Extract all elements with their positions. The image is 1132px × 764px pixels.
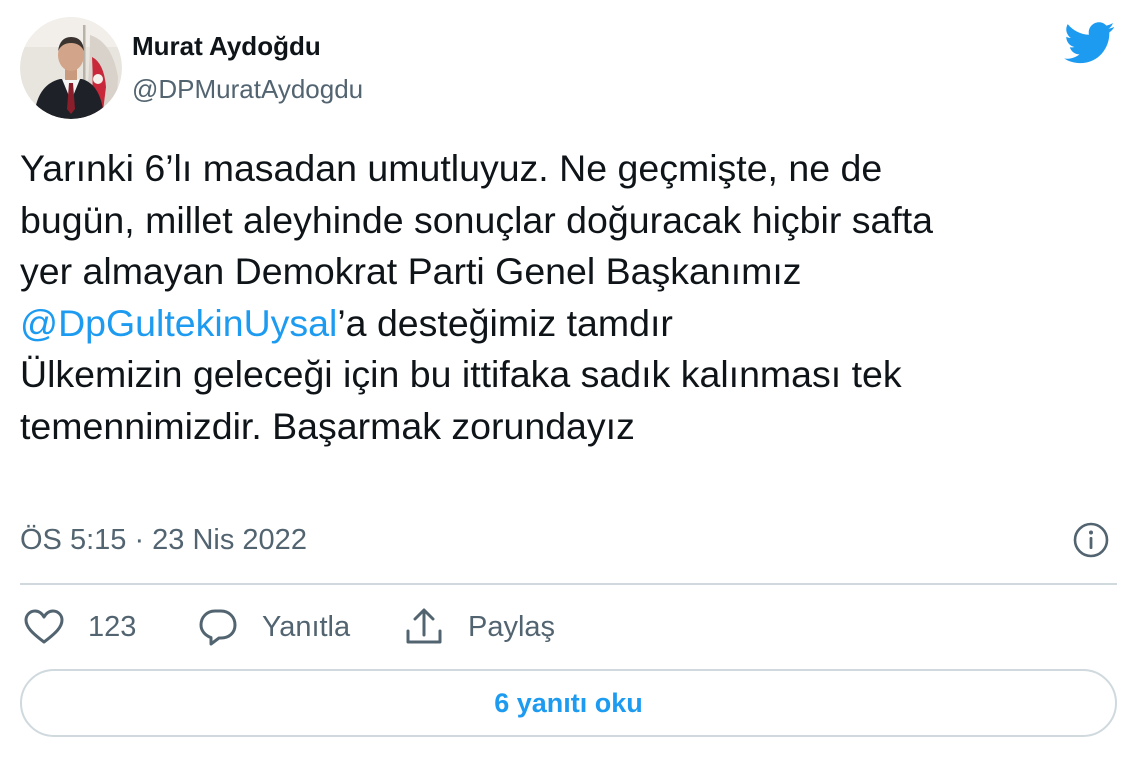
info-icon[interactable] [1072,521,1110,559]
share-label: Paylaş [468,610,556,643]
tweet-line: yer almayan Demokrat Parti Genel Başkanı… [20,250,802,292]
tweet-line: @DpGultekinUysal’a desteğimiz tamdır [20,298,1115,350]
tweet-text: Yarınki 6’lı masadan umutluyuz. Ne geçmi… [20,143,1115,452]
twitter-bird-icon[interactable] [1064,22,1116,64]
like-button[interactable]: 123 [24,605,136,649]
tweet-line: bugün, millet aleyhinde sonuçlar doğurac… [20,198,934,241]
tweet-timestamp[interactable]: ÖS 5:15 · 23 Nis 2022 [20,522,307,558]
reply-button[interactable]: Yanıtla [198,605,350,649]
share-icon [406,608,442,644]
read-replies-button[interactable]: 6 yanıtı oku [20,669,1117,737]
divider [20,583,1117,585]
tweet-line: Ülkemizin geleceği için bu ittifaka sadı… [20,353,902,395]
mention-suffix: ’a desteğimiz tamdır [337,301,673,344]
mention-link[interactable]: @DpGultekinUysal [20,302,337,344]
share-button[interactable]: Paylaş [404,605,555,649]
tweet-line: Yarınki 6’lı masadan umutluyuz. Ne geçmi… [20,147,883,189]
like-count: 123 [88,610,137,643]
tweet-card: Murat Aydoğdu @DPMuratAydogdu Yarınki 6’… [0,0,1132,764]
profile-photo-image [20,17,122,119]
avatar[interactable] [20,17,122,119]
author-handle[interactable]: @DPMuratAydogdu [132,74,363,104]
heart-icon [24,609,64,644]
reply-bubble-icon [199,609,237,646]
author-name[interactable]: Murat Aydoğdu [132,31,321,61]
tweet-line: temennimizdir. Başarmak zorundayız [20,404,635,447]
reply-label: Yanıtla [262,610,351,643]
read-replies-label: 6 yanıtı oku [494,687,643,718]
